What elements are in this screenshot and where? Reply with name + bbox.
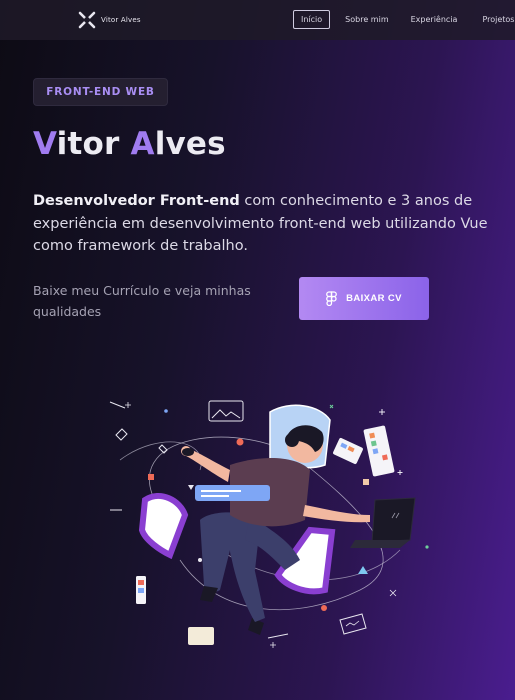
developer-illustration	[109, 400, 429, 648]
nav-links: Início Sobre mim Experiência Projetos	[293, 10, 514, 29]
nav-link-inicio[interactable]: Início	[293, 10, 331, 29]
figma-icon	[326, 291, 337, 306]
role-badge: FRONT-END WEB	[33, 78, 168, 106]
nav-link-sobre-mim[interactable]: Sobre mim	[345, 15, 388, 24]
name-rest-first: itor	[56, 126, 131, 162]
name-initial-last: A	[130, 126, 155, 162]
name-initial-first: V	[33, 126, 57, 162]
hero-name: Vitor Alves	[33, 126, 226, 162]
nav-link-projetos[interactable]: Projetos	[482, 15, 514, 24]
hero-role: Desenvolvedor Front-end	[33, 193, 240, 209]
nav-link-experiencia[interactable]: Experiência	[411, 15, 458, 24]
hero-description: Desenvolvedor Front-end com conhecimento…	[33, 190, 493, 258]
download-cv-button[interactable]: BAIXAR CV	[299, 277, 429, 320]
brand-name: Vitor Alves	[101, 16, 141, 24]
name-rest-last: lves	[154, 126, 226, 162]
navbar: Vitor Alves Início Sobre mim Experiência…	[0, 0, 515, 40]
cv-text: Baixe meu Currículo e veja minhas qualid…	[33, 283, 251, 319]
x-logo-icon	[78, 11, 96, 29]
download-cv-label: BAIXAR CV	[346, 293, 402, 304]
brand-link[interactable]: Vitor Alves	[78, 11, 141, 29]
